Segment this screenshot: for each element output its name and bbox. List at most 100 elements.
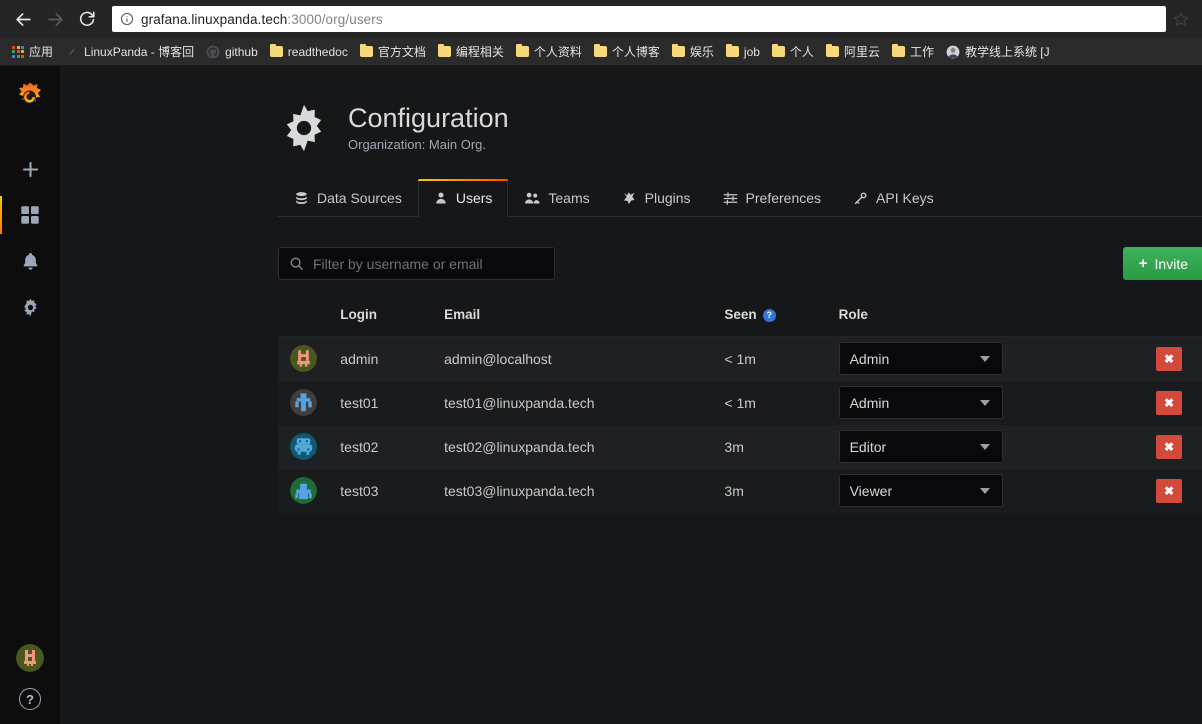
role-dropdown[interactable]: Admin xyxy=(839,386,1003,419)
search-input[interactable] xyxy=(313,256,544,272)
tab-preferences[interactable]: Preferences xyxy=(707,179,837,217)
help-button[interactable]: ? xyxy=(19,688,41,710)
table-row[interactable]: test02 test02@linuxpanda.tech 3m Editor … xyxy=(278,425,1202,469)
tab-teams[interactable]: Teams xyxy=(508,179,605,217)
reload-icon xyxy=(78,10,96,28)
table-row[interactable]: test03 test03@linuxpanda.tech 3m Viewer … xyxy=(278,469,1202,513)
bookmark-label: 阿里云 xyxy=(844,43,880,60)
address-bar[interactable]: grafana.linuxpanda.tech:3000/org/users xyxy=(112,6,1166,32)
tab-data-sources[interactable]: Data Sources xyxy=(278,179,418,217)
avatar[interactable] xyxy=(16,644,44,672)
tab-label: Teams xyxy=(548,190,589,206)
bookmark-button[interactable] xyxy=(1168,6,1194,32)
bookmark-label: readthedoc xyxy=(288,45,348,59)
column-header-actions xyxy=(1077,307,1202,337)
sidebar-item-dashboards[interactable] xyxy=(0,192,60,238)
bookmark-item[interactable]: 个人 xyxy=(766,41,820,62)
bookmark-item[interactable]: 教学线上系统 [J xyxy=(940,41,1056,62)
folder-icon xyxy=(270,46,283,57)
site-info-icon[interactable] xyxy=(120,12,134,26)
avatar-favicon xyxy=(946,45,960,59)
cell-email: test03@linuxpanda.tech xyxy=(444,469,724,513)
invite-button[interactable]: + Invite xyxy=(1123,247,1202,280)
folder-icon xyxy=(516,46,529,57)
delete-user-button[interactable]: ✖ xyxy=(1156,479,1182,503)
bookmark-item[interactable]: 阿里云 xyxy=(820,41,886,62)
cell-actions: ✖ xyxy=(1077,425,1202,469)
bookmark-item[interactable]: readthedoc xyxy=(264,43,354,61)
avatar xyxy=(290,433,317,460)
bookmark-item[interactable]: LinuxPanda - 博客回 xyxy=(59,41,200,62)
column-header-login: Login xyxy=(340,307,444,337)
bookmark-item[interactable]: 娱乐 xyxy=(666,41,720,62)
sidebar: ? xyxy=(0,66,60,724)
dashboards-grid-icon xyxy=(19,204,41,226)
bookmark-item[interactable]: 官方文档 xyxy=(354,41,432,62)
role-dropdown[interactable]: Viewer xyxy=(839,474,1003,507)
sidebar-item-alerting[interactable] xyxy=(0,238,60,284)
grafana-logo-glyph xyxy=(14,81,46,113)
bookmark-label: LinuxPanda - 博客回 xyxy=(84,43,194,60)
apps-shortcut[interactable]: 应用 xyxy=(6,41,59,62)
folder-icon xyxy=(892,46,905,57)
bookmark-label: 个人博客 xyxy=(612,43,660,60)
cell-seen: 3m xyxy=(724,425,838,469)
filter-box[interactable] xyxy=(278,247,555,280)
tab-plugins[interactable]: Plugins xyxy=(606,179,707,217)
bookmark-item[interactable]: 个人博客 xyxy=(588,41,666,62)
tab-users[interactable]: Users xyxy=(418,179,509,217)
forward-button[interactable] xyxy=(40,4,70,34)
bookmark-label: 官方文档 xyxy=(378,43,426,60)
role-dropdown[interactable]: Editor xyxy=(839,430,1003,463)
page-header: Configuration Organization: Main Org. xyxy=(60,66,1202,154)
apps-grid-icon xyxy=(12,46,24,58)
grafana-logo-icon[interactable] xyxy=(13,80,47,114)
users-table: Login Email Seen? Role xyxy=(278,307,1202,513)
cell-role: Admin xyxy=(839,381,1078,425)
tab-api-keys[interactable]: API Keys xyxy=(837,179,950,217)
bookmark-item[interactable]: 工作 xyxy=(886,41,940,62)
url-path: :3000/org/users xyxy=(287,12,382,27)
cell-actions: ✖ xyxy=(1077,469,1202,513)
bookmark-item[interactable]: github xyxy=(200,43,264,61)
cell-login: test02 xyxy=(340,425,444,469)
cell-email: admin@localhost xyxy=(444,337,724,381)
identicon-avatar-icon xyxy=(290,389,317,416)
cell-role: Admin xyxy=(839,337,1078,381)
back-arrow-icon xyxy=(14,10,33,29)
identicon-avatar-icon xyxy=(290,477,317,504)
table-row[interactable]: test01 test01@linuxpanda.tech < 1m Admin… xyxy=(278,381,1202,425)
folder-icon xyxy=(594,46,607,57)
browser-toolbar: grafana.linuxpanda.tech:3000/org/users xyxy=(0,0,1202,38)
cell-seen: < 1m xyxy=(724,337,838,381)
folder-icon xyxy=(826,46,839,57)
delete-user-button[interactable]: ✖ xyxy=(1156,391,1182,415)
folder-icon xyxy=(360,46,373,57)
bookmark-label: job xyxy=(744,45,760,59)
back-button[interactable] xyxy=(8,4,38,34)
gear-icon xyxy=(278,102,330,154)
action-row: + Invite xyxy=(278,247,1202,280)
column-header-email: Email xyxy=(444,307,724,337)
cell-email: test01@linuxpanda.tech xyxy=(444,381,724,425)
role-value: Editor xyxy=(850,439,887,455)
reload-button[interactable] xyxy=(72,4,102,34)
delete-user-button[interactable]: ✖ xyxy=(1156,347,1182,371)
bookmark-item[interactable]: 个人资料 xyxy=(510,41,588,62)
bookmark-label: 个人 xyxy=(790,43,814,60)
role-value: Viewer xyxy=(850,483,893,499)
seen-label: Seen xyxy=(724,307,756,322)
delete-user-button[interactable]: ✖ xyxy=(1156,435,1182,459)
sidebar-item-configuration[interactable] xyxy=(0,284,60,330)
bookmark-item[interactable]: 编程相关 xyxy=(432,41,510,62)
folder-icon xyxy=(726,46,739,57)
help-icon[interactable]: ? xyxy=(763,309,776,322)
role-dropdown[interactable]: Admin xyxy=(839,342,1003,375)
table-row[interactable]: admin admin@localhost < 1m Admin ✖ xyxy=(278,337,1202,381)
sidebar-item-create[interactable] xyxy=(0,146,60,192)
site-favicon xyxy=(65,45,79,59)
bookmark-item[interactable]: job xyxy=(720,43,766,61)
page-header-text: Configuration Organization: Main Org. xyxy=(348,104,509,153)
tab-label: Preferences xyxy=(746,190,821,206)
bookmark-label: 教学线上系统 [J xyxy=(965,43,1050,60)
